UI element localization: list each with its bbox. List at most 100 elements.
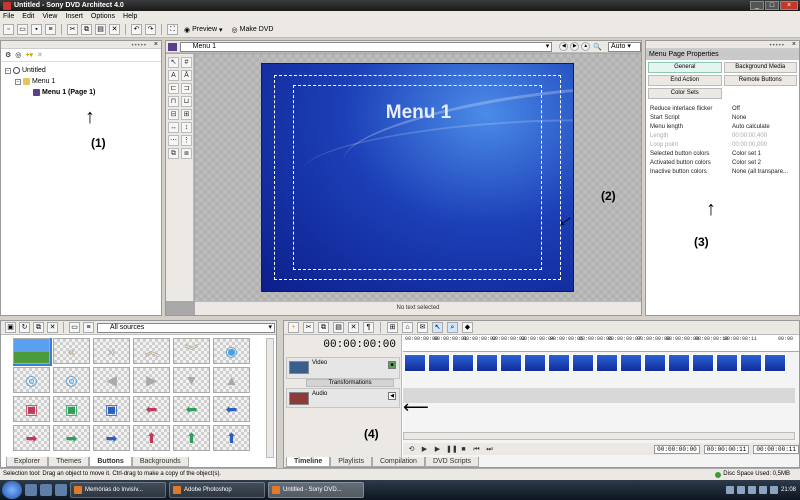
- tab-explorer[interactable]: Explorer: [6, 457, 49, 467]
- tab-general[interactable]: General: [648, 62, 722, 73]
- menu-insert[interactable]: Insert: [65, 13, 83, 20]
- stop-icon[interactable]: ■: [459, 445, 468, 454]
- button-thumbnail-red-arrow-left[interactable]: ⬅: [133, 396, 170, 422]
- button-thumbnail-globe[interactable]: ◉: [213, 338, 250, 364]
- tray-icon[interactable]: [769, 486, 778, 494]
- sources-select[interactable]: All sources: [97, 322, 275, 333]
- button-thumbnail-globe-frame[interactable]: ◎: [53, 367, 90, 393]
- audio-lane[interactable]: [403, 388, 795, 403]
- play-icon[interactable]: ▶: [433, 445, 442, 454]
- previous-marker-icon[interactable]: ⏮: [472, 445, 481, 454]
- button-thumbnail-chevron-left[interactable]: «: [53, 338, 90, 364]
- make-dvd-button[interactable]: ◎ Make DVD: [229, 26, 277, 34]
- button-thumbnail-green-arrow-left[interactable]: ⬅: [173, 396, 210, 422]
- text-edit-icon[interactable]: Ā: [181, 70, 192, 81]
- button-thumbnail-red-frame[interactable]: ▣: [13, 396, 50, 422]
- tab-buttons[interactable]: Buttons: [89, 457, 132, 467]
- property-value[interactable]: Color set 1: [732, 150, 795, 159]
- selection-icon[interactable]: ↖: [432, 322, 443, 333]
- quick-launch-icon[interactable]: [55, 484, 67, 496]
- button-thumbnail-chevron-down[interactable]: ︾: [173, 338, 210, 364]
- tab-playlists[interactable]: Playlists: [330, 457, 372, 467]
- property-value[interactable]: Auto calculate: [732, 123, 795, 132]
- lock-icon[interactable]: ⌂: [402, 322, 413, 333]
- properties-icon[interactable]: ≡: [45, 24, 56, 35]
- button-thumbnail-red-arrow-right[interactable]: ➡: [13, 425, 50, 451]
- add-icon[interactable]: +▾: [25, 51, 33, 59]
- play-from-start-icon[interactable]: ▶: [420, 445, 429, 454]
- property-row[interactable]: Menu length Auto calculate: [650, 123, 795, 132]
- video-event-strip[interactable]: [403, 354, 795, 372]
- video-track-header[interactable]: Video ■: [286, 357, 400, 379]
- new-icon[interactable]: ▫: [3, 24, 14, 35]
- tab-backgrounds[interactable]: Backgrounds: [131, 457, 189, 467]
- tab-background-media[interactable]: Background Media: [723, 62, 797, 73]
- copy-icon[interactable]: ⧉: [81, 24, 92, 35]
- align-right-icon[interactable]: ⊐: [181, 83, 192, 94]
- minimize-icon[interactable]: _: [750, 1, 764, 10]
- button-thumbnail-circle-play[interactable]: ▶: [133, 367, 170, 393]
- chapter-icon[interactable]: ¶: [363, 322, 374, 333]
- property-row[interactable]: Selected button colors Color set 1: [650, 150, 795, 159]
- button-thumbnail-circle-left[interactable]: ◀: [93, 367, 130, 393]
- collapse-icon[interactable]: −: [5, 67, 11, 74]
- align-left-icon[interactable]: ⊏: [168, 83, 179, 94]
- envelope-icon[interactable]: ✉: [417, 322, 428, 333]
- property-value[interactable]: None (all transpare...: [732, 168, 795, 177]
- loop-icon[interactable]: ⟲: [407, 445, 416, 454]
- tray-icon[interactable]: [736, 486, 745, 494]
- tab-compilation[interactable]: Compilation: [371, 457, 425, 467]
- delete-icon[interactable]: ✕: [109, 24, 120, 35]
- add-media-icon[interactable]: +: [288, 322, 299, 333]
- copy-icon[interactable]: ⧉: [33, 322, 44, 333]
- taskbar-item[interactable]: Untitled - Sony DVD...: [268, 482, 364, 498]
- align-top-icon[interactable]: ⊓: [168, 96, 179, 107]
- property-row[interactable]: Start Script None: [650, 114, 795, 123]
- undo-icon[interactable]: ↶: [131, 24, 142, 35]
- menu-selector[interactable]: Menu 1: [179, 41, 553, 52]
- close-icon[interactable]: ×: [780, 1, 798, 10]
- paste-icon[interactable]: ▤: [333, 322, 344, 333]
- timeline-scrollbar[interactable]: [403, 432, 795, 440]
- next-marker-icon[interactable]: ⏭: [485, 445, 494, 454]
- selection-tool-icon[interactable]: ↖: [168, 57, 179, 68]
- taskbar-item[interactable]: Memórias do Invisív...: [70, 482, 166, 498]
- property-value[interactable]: Color set 2: [732, 159, 795, 168]
- button-thumbnail-green-arrow-right[interactable]: ➡: [53, 425, 90, 451]
- save-icon[interactable]: ▪: [31, 24, 42, 35]
- marker-icon[interactable]: ◆: [462, 322, 473, 333]
- transformations-lane-label[interactable]: Transformations: [306, 379, 394, 387]
- group-icon[interactable]: ⧉: [168, 148, 179, 159]
- pane-grip[interactable]: ••••• ×: [1, 41, 161, 49]
- time-ruler[interactable]: 00:00:00:00 00:00:00:01 00:00:00:02 00:0…: [403, 335, 799, 352]
- menu-canvas[interactable]: Menu 1: [195, 54, 641, 301]
- zoom-icon[interactable]: ⌕: [447, 322, 458, 333]
- copy-icon[interactable]: ⧉: [318, 322, 329, 333]
- align-bottom-icon[interactable]: ⊔: [181, 96, 192, 107]
- property-row[interactable]: Inactive button colors None (all transpar…: [650, 168, 795, 177]
- property-row[interactable]: Reduce interlace flicker Off: [650, 105, 795, 114]
- menu-file[interactable]: File: [3, 13, 14, 20]
- back-icon[interactable]: ◀: [559, 42, 569, 51]
- property-value[interactable]: None: [732, 114, 795, 123]
- tab-color-sets[interactable]: Color Sets: [648, 88, 722, 99]
- refresh-icon[interactable]: ↻: [19, 322, 30, 333]
- snap-icon[interactable]: ⊞: [387, 322, 398, 333]
- button-thumbnail-chevron-right[interactable]: »: [93, 338, 130, 364]
- close-pane-icon[interactable]: ×: [792, 41, 796, 48]
- preview-button[interactable]: ◉ Preview ▾: [181, 26, 226, 34]
- delete-icon[interactable]: ✕: [348, 322, 359, 333]
- insert-icon[interactable]: ▣: [5, 322, 16, 333]
- tab-end-action[interactable]: End Action: [648, 75, 722, 86]
- button-thumbnail-chevron-up[interactable]: ︽: [133, 338, 170, 364]
- clock[interactable]: 21:08: [781, 487, 796, 493]
- button-thumbnail-blue-arrow-up[interactable]: ⬆: [213, 425, 250, 451]
- menu-help[interactable]: Help: [123, 13, 137, 20]
- media-scrollbar[interactable]: [266, 338, 274, 458]
- start-button[interactable]: [2, 481, 22, 499]
- pane-grip[interactable]: ••••• ×: [646, 41, 799, 49]
- property-row[interactable]: Activated button colors Color set 2: [650, 159, 795, 168]
- quick-launch-icon[interactable]: [25, 484, 37, 496]
- center-v-icon[interactable]: ⊞: [181, 109, 192, 120]
- space-v-icon[interactable]: ⋮: [181, 135, 192, 146]
